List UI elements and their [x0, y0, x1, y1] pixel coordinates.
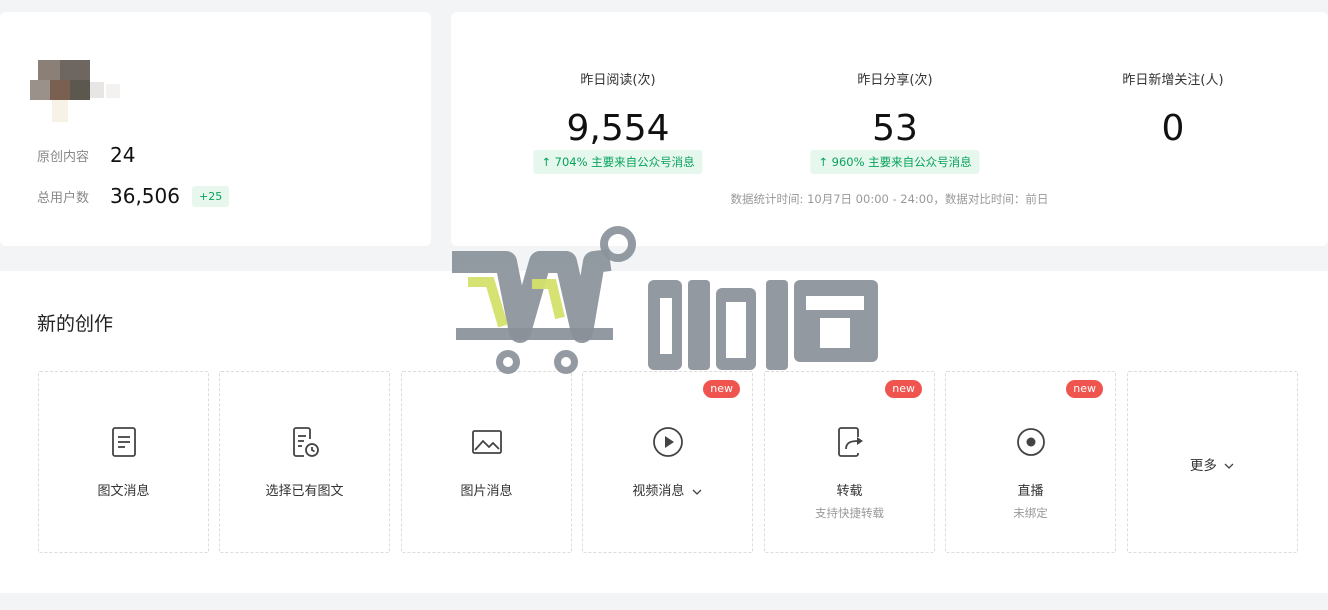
tile-article[interactable]: 图文消息 — [38, 371, 209, 553]
image-icon — [471, 430, 502, 454]
chevron-down-icon[interactable] — [691, 487, 703, 497]
stats-footnote: 数据统计时间: 10月7日 00:00 - 24:00，数据对比时间：前日 — [730, 192, 1049, 206]
tile-video-label-text: 视频消息 — [632, 484, 685, 499]
tile-live-label: 直播 — [1017, 484, 1044, 499]
stat-shares-value: 53 — [872, 108, 918, 149]
tile-repost[interactable]: new 转载 支持快捷转载 — [764, 371, 935, 553]
new-badge: new — [703, 380, 740, 398]
avatar[interactable] — [30, 60, 128, 124]
tile-more[interactable]: 更多 — [1127, 371, 1298, 553]
tile-live-sub: 未绑定 — [1013, 506, 1048, 520]
total-users-row: 总用户数 36,506 +25 — [37, 184, 230, 208]
original-content-value[interactable]: 24 — [110, 143, 135, 167]
stat-reads-label: 昨日阅读(次) — [580, 73, 656, 88]
share-icon — [837, 427, 863, 457]
stat-reads-value: 9,554 — [566, 108, 670, 149]
users-delta-badge: +25 — [191, 185, 230, 207]
document-clock-icon — [292, 427, 319, 457]
chevron-down-icon — [1224, 463, 1234, 469]
section-title: 新的创作 — [37, 313, 114, 335]
tile-existing-article-label: 选择已有图文 — [265, 484, 344, 499]
tile-existing-article[interactable]: 选择已有图文 — [219, 371, 390, 553]
stat-new-followers-label: 昨日新增关注(人) — [1122, 73, 1224, 88]
account-card: 原创内容 24 总用户数 36,506 +25 — [0, 12, 431, 246]
new-badge: new — [1066, 380, 1103, 398]
tile-video-label: 视频消息 — [583, 480, 752, 499]
tile-image-label: 图片消息 — [460, 484, 513, 499]
stats-card: 昨日阅读(次) 9,554 ↑ 704% 主要来自公众号消息 昨日分享(次) 5… — [451, 12, 1328, 246]
live-icon — [1016, 428, 1045, 456]
stat-reads-trend: ↑ 704% 主要来自公众号消息 — [533, 150, 703, 174]
tile-live[interactable]: new 直播 未绑定 — [945, 371, 1116, 553]
tile-video[interactable]: new 视频消息 — [582, 371, 753, 553]
new-badge: new — [885, 380, 922, 398]
create-card: 新的创作 图文消息 选择已有图文 图片消息 new 视频消息 new 转载 支持… — [0, 271, 1328, 593]
total-users-label: 总用户数 — [37, 190, 90, 206]
stat-shares-label: 昨日分享(次) — [857, 73, 933, 88]
tile-more-text: 更多 — [1189, 458, 1217, 474]
stat-shares-trend: ↑ 960% 主要来自公众号消息 — [810, 150, 980, 174]
total-users-value[interactable]: 36,506 — [110, 184, 180, 208]
tile-repost-label: 转载 — [836, 484, 863, 499]
stat-new-followers-value: 0 — [1161, 108, 1185, 149]
tile-more-label: 更多 — [1128, 454, 1297, 474]
tile-repost-sub: 支持快捷转载 — [815, 506, 884, 520]
play-circle-icon — [652, 427, 683, 457]
original-content-row: 原创内容 24 — [37, 143, 135, 167]
tile-article-label: 图文消息 — [97, 484, 150, 499]
document-icon — [111, 427, 136, 457]
tile-image[interactable]: 图片消息 — [401, 371, 572, 553]
original-content-label: 原创内容 — [37, 149, 90, 165]
